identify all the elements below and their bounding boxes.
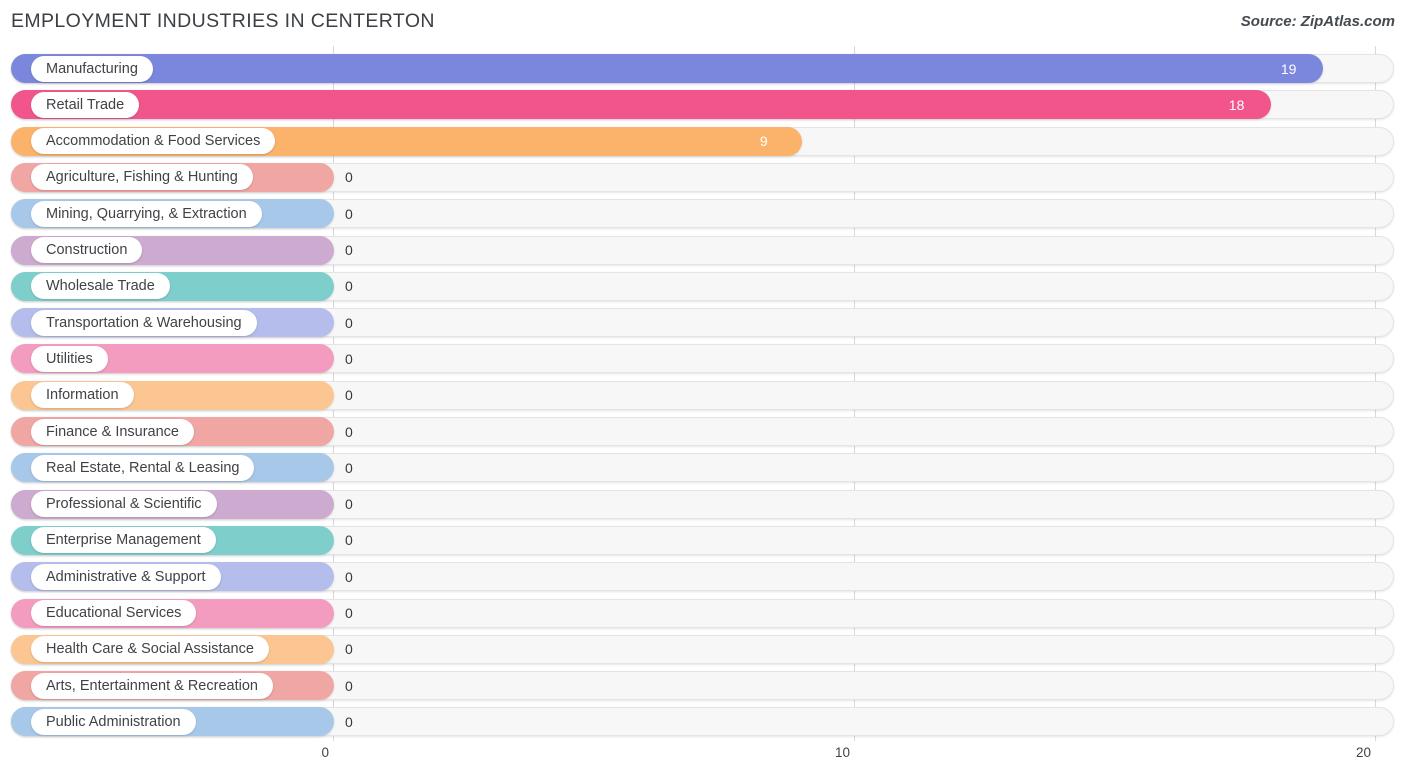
bar-category-text: Information — [46, 387, 119, 404]
bar-value-label: 0 — [345, 605, 353, 621]
bar-row[interactable]: Wholesale Trade 0 — [11, 271, 1394, 301]
bar-value-label: 18 — [1228, 96, 1245, 113]
bar-value-label: 0 — [345, 278, 353, 295]
bar-category-label: Real Estate, Rental & Leasing — [31, 454, 255, 481]
bar-category-text: Enterprise Management — [46, 532, 201, 549]
bar-category-text: Agriculture, Fishing & Hunting — [46, 169, 238, 186]
bar-category-text: Utilities — [46, 350, 93, 367]
bar-value-label: 0 — [345, 677, 353, 694]
bar-category-label: Manufacturing — [31, 55, 153, 82]
bar-category-text: Mining, Quarrying, & Extraction — [46, 205, 247, 222]
chart-page: EMPLOYMENT INDUSTRIES IN CENTERTON Sourc… — [0, 0, 1406, 776]
axis-tick-label: 10 — [834, 745, 850, 760]
bar-value-label: 19 — [1280, 60, 1297, 77]
bar-category-label: Transportation & Warehousing — [31, 309, 257, 336]
bar-value-label: 9 — [759, 133, 768, 150]
bar-value-label: 0 — [345, 314, 353, 331]
bar-category-text: Real Estate, Rental & Leasing — [46, 459, 240, 476]
bar-value-label: 0 — [345, 568, 353, 585]
x-axis: 0 10 20 — [0, 741, 1406, 776]
bar-row[interactable]: Educational Services 0 — [11, 598, 1394, 628]
chart-header: EMPLOYMENT INDUSTRIES IN CENTERTON Sourc… — [0, 0, 1406, 46]
bar-value-label: 0 — [345, 169, 353, 186]
plot-area: Manufacturing 19 Retail Trade 18 Accommodati… — [0, 46, 1406, 741]
bar-category-text: Construction — [46, 242, 128, 258]
bar-value-label: 0 — [345, 350, 353, 367]
bar-value-label: 0 — [345, 532, 353, 549]
bar-category-text: Retail Trade — [46, 96, 125, 113]
bar-row[interactable]: Arts, Entertainment & Recreation 0 — [11, 671, 1394, 701]
bar-category-text: Educational Services — [46, 605, 182, 621]
bar-row[interactable]: Administrative & Support 0 — [11, 562, 1394, 592]
bar-category-text: Administrative & Support — [46, 568, 206, 585]
bar-row[interactable]: Accommodation & Food Services 9 — [11, 126, 1394, 156]
bar-row[interactable]: Public Administration 0 — [11, 707, 1394, 737]
bar-row[interactable]: Transportation & Warehousing 0 — [11, 308, 1394, 338]
bar-category-label: Construction — [31, 237, 143, 263]
bar — [11, 90, 1271, 120]
bar-row[interactable]: Enterprise Management 0 — [11, 525, 1394, 555]
bar-value-label: 0 — [345, 423, 353, 440]
bar-row[interactable]: Mining, Quarrying, & Extraction 0 — [11, 199, 1394, 229]
bar-category-text: Finance & Insurance — [46, 423, 179, 440]
page-title: EMPLOYMENT INDUSTRIES IN CENTERTON — [11, 10, 435, 32]
bar-category-text: Transportation & Warehousing — [46, 314, 242, 331]
bar-category-text: Public Administration — [46, 713, 181, 730]
bar-value-label: 0 — [345, 242, 353, 258]
bar-category-text: Health Care & Social Assistance — [46, 641, 254, 658]
bar-category-label: Agriculture, Fishing & Hunting — [31, 164, 253, 191]
bar-value-label: 0 — [345, 713, 353, 730]
bar-category-label: Utilities — [31, 345, 108, 372]
bar-category-label: Arts, Entertainment & Recreation — [31, 672, 273, 699]
bar-category-label: Enterprise Management — [31, 527, 216, 554]
bar-category-label: Retail Trade — [31, 91, 140, 118]
bar-category-label: Wholesale Trade — [31, 273, 170, 300]
bar-row[interactable]: Agriculture, Fishing & Hunting 0 — [11, 162, 1394, 192]
bar-category-label: Administrative & Support — [31, 563, 221, 590]
bar-row[interactable]: Construction 0 — [11, 235, 1394, 265]
axis-tick-label: 20 — [1355, 745, 1371, 760]
bar-category-text: Manufacturing — [46, 60, 138, 77]
bar-row[interactable]: Real Estate, Rental & Leasing 0 — [11, 453, 1394, 483]
bar-category-text: Professional & Scientific — [46, 496, 202, 513]
bar-category-label: Accommodation & Food Services — [31, 128, 276, 155]
bar-category-label: Information — [31, 382, 134, 409]
source-attribution: Source: ZipAtlas.com — [1240, 13, 1395, 30]
bar-row[interactable]: Health Care & Social Assistance 0 — [11, 634, 1394, 664]
bar-row[interactable]: Retail Trade 18 — [11, 90, 1394, 120]
bar — [11, 54, 1323, 83]
bar-category-label: Educational Services — [31, 600, 197, 626]
bar-row[interactable]: Finance & Insurance 0 — [11, 417, 1394, 446]
bar-category-text: Accommodation & Food Services — [46, 133, 261, 150]
bar-category-text: Arts, Entertainment & Recreation — [46, 677, 258, 694]
bar-value-label: 0 — [345, 205, 353, 222]
bar-value-label: 0 — [345, 641, 353, 658]
bar-row[interactable]: Professional & Scientific 0 — [11, 489, 1394, 519]
bar-category-label: Mining, Quarrying, & Extraction — [31, 200, 262, 227]
bar-category-label: Professional & Scientific — [31, 491, 217, 518]
axis-tick-label: 0 — [321, 745, 329, 760]
bar-category-label: Health Care & Social Assistance — [31, 636, 269, 663]
bar-category-text: Wholesale Trade — [46, 278, 155, 295]
bar-category-label: Finance & Insurance — [31, 418, 194, 445]
bar-value-label: 0 — [345, 387, 353, 404]
bar-row[interactable]: Information 0 — [11, 380, 1394, 410]
bar-category-label: Public Administration — [31, 708, 196, 735]
bar-value-label: 0 — [345, 496, 353, 513]
bar-row[interactable]: Manufacturing 19 — [11, 54, 1394, 83]
bar-value-label: 0 — [345, 459, 353, 476]
bar-row[interactable]: Utilities 0 — [11, 344, 1394, 374]
